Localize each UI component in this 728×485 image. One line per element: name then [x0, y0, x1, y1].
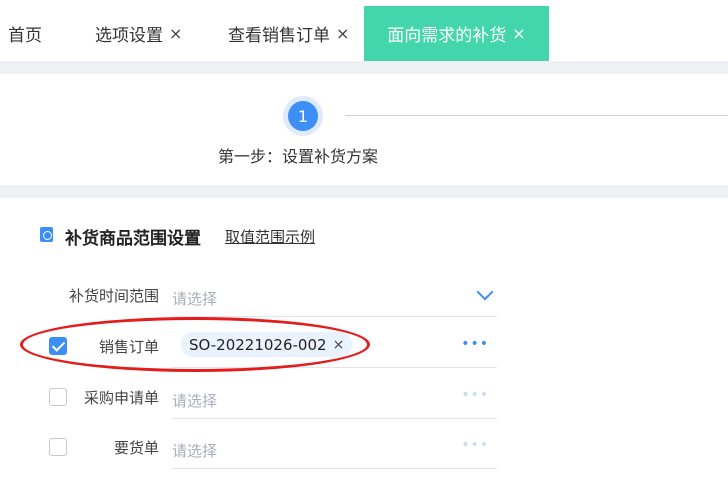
close-icon[interactable]: × [333, 337, 345, 353]
tab-home[interactable]: 首页 [8, 6, 42, 61]
tab-options-label: 选项设置 [95, 26, 163, 46]
form-row-demand-order: 要货单 请选择 ••• [0, 422, 728, 472]
close-icon[interactable]: × [512, 24, 525, 43]
close-icon[interactable]: × [169, 24, 182, 43]
form-row-purchase-request: 采购申请单 请选择 ••• [0, 372, 728, 422]
form-row-sales-order: 销售订单 SO-20221026-002 × ••• [0, 321, 728, 371]
sales-order-field[interactable]: SO-20221026-002 × ••• [172, 321, 497, 368]
demand-order-label: 要货单 [113, 439, 159, 457]
tab-bar: 首页 选项设置 × 查看销售订单 × 面向需求的补货 × [0, 0, 728, 66]
step-number: 1 [288, 101, 318, 131]
more-icon[interactable]: ••• [461, 336, 489, 352]
purchase-request-placeholder: 请选择 [172, 392, 218, 410]
demand-order-field[interactable]: 请选择 ••• [172, 422, 497, 469]
sales-order-label: 销售订单 [98, 338, 159, 356]
form-row-time-range: 补货时间范围 请选择 [0, 270, 728, 320]
tab-replenish-label: 面向需求的补货 [387, 26, 507, 46]
more-icon: ••• [461, 387, 489, 403]
section-title: 补货商品范围设置 [65, 229, 201, 249]
step-indicator: 1 [283, 96, 323, 136]
close-icon[interactable]: × [336, 24, 349, 43]
tab-home-label: 首页 [8, 26, 42, 46]
purchase-request-label: 采购申请单 [83, 389, 159, 407]
sales-order-tag: SO-20221026-002 × [181, 332, 353, 357]
tab-options-settings[interactable]: 选项设置 × [95, 6, 182, 61]
tab-demand-replenishment[interactable]: 面向需求的补货 × [364, 6, 549, 61]
divider-band [0, 185, 728, 198]
value-range-example-link[interactable]: 取值范围示例 [225, 226, 315, 247]
step-label: 第一步：设置补货方案 [218, 147, 379, 166]
demand-order-placeholder: 请选择 [172, 442, 218, 460]
sales-order-tag-text: SO-20221026-002 [189, 335, 327, 354]
more-icon: ••• [461, 437, 489, 453]
time-range-select[interactable]: 请选择 [172, 270, 497, 317]
time-range-label: 补货时间范围 [68, 287, 159, 305]
section-icon [40, 227, 53, 242]
chevron-down-icon[interactable] [476, 283, 494, 301]
tab-orders-label: 查看销售订单 [228, 26, 330, 46]
purchase-request-field[interactable]: 请选择 ••• [172, 372, 497, 419]
time-range-placeholder: 请选择 [172, 290, 218, 308]
tab-view-sales-orders[interactable]: 查看销售订单 × [228, 6, 349, 61]
step-connector-line [345, 115, 728, 116]
divider-band [0, 61, 728, 74]
